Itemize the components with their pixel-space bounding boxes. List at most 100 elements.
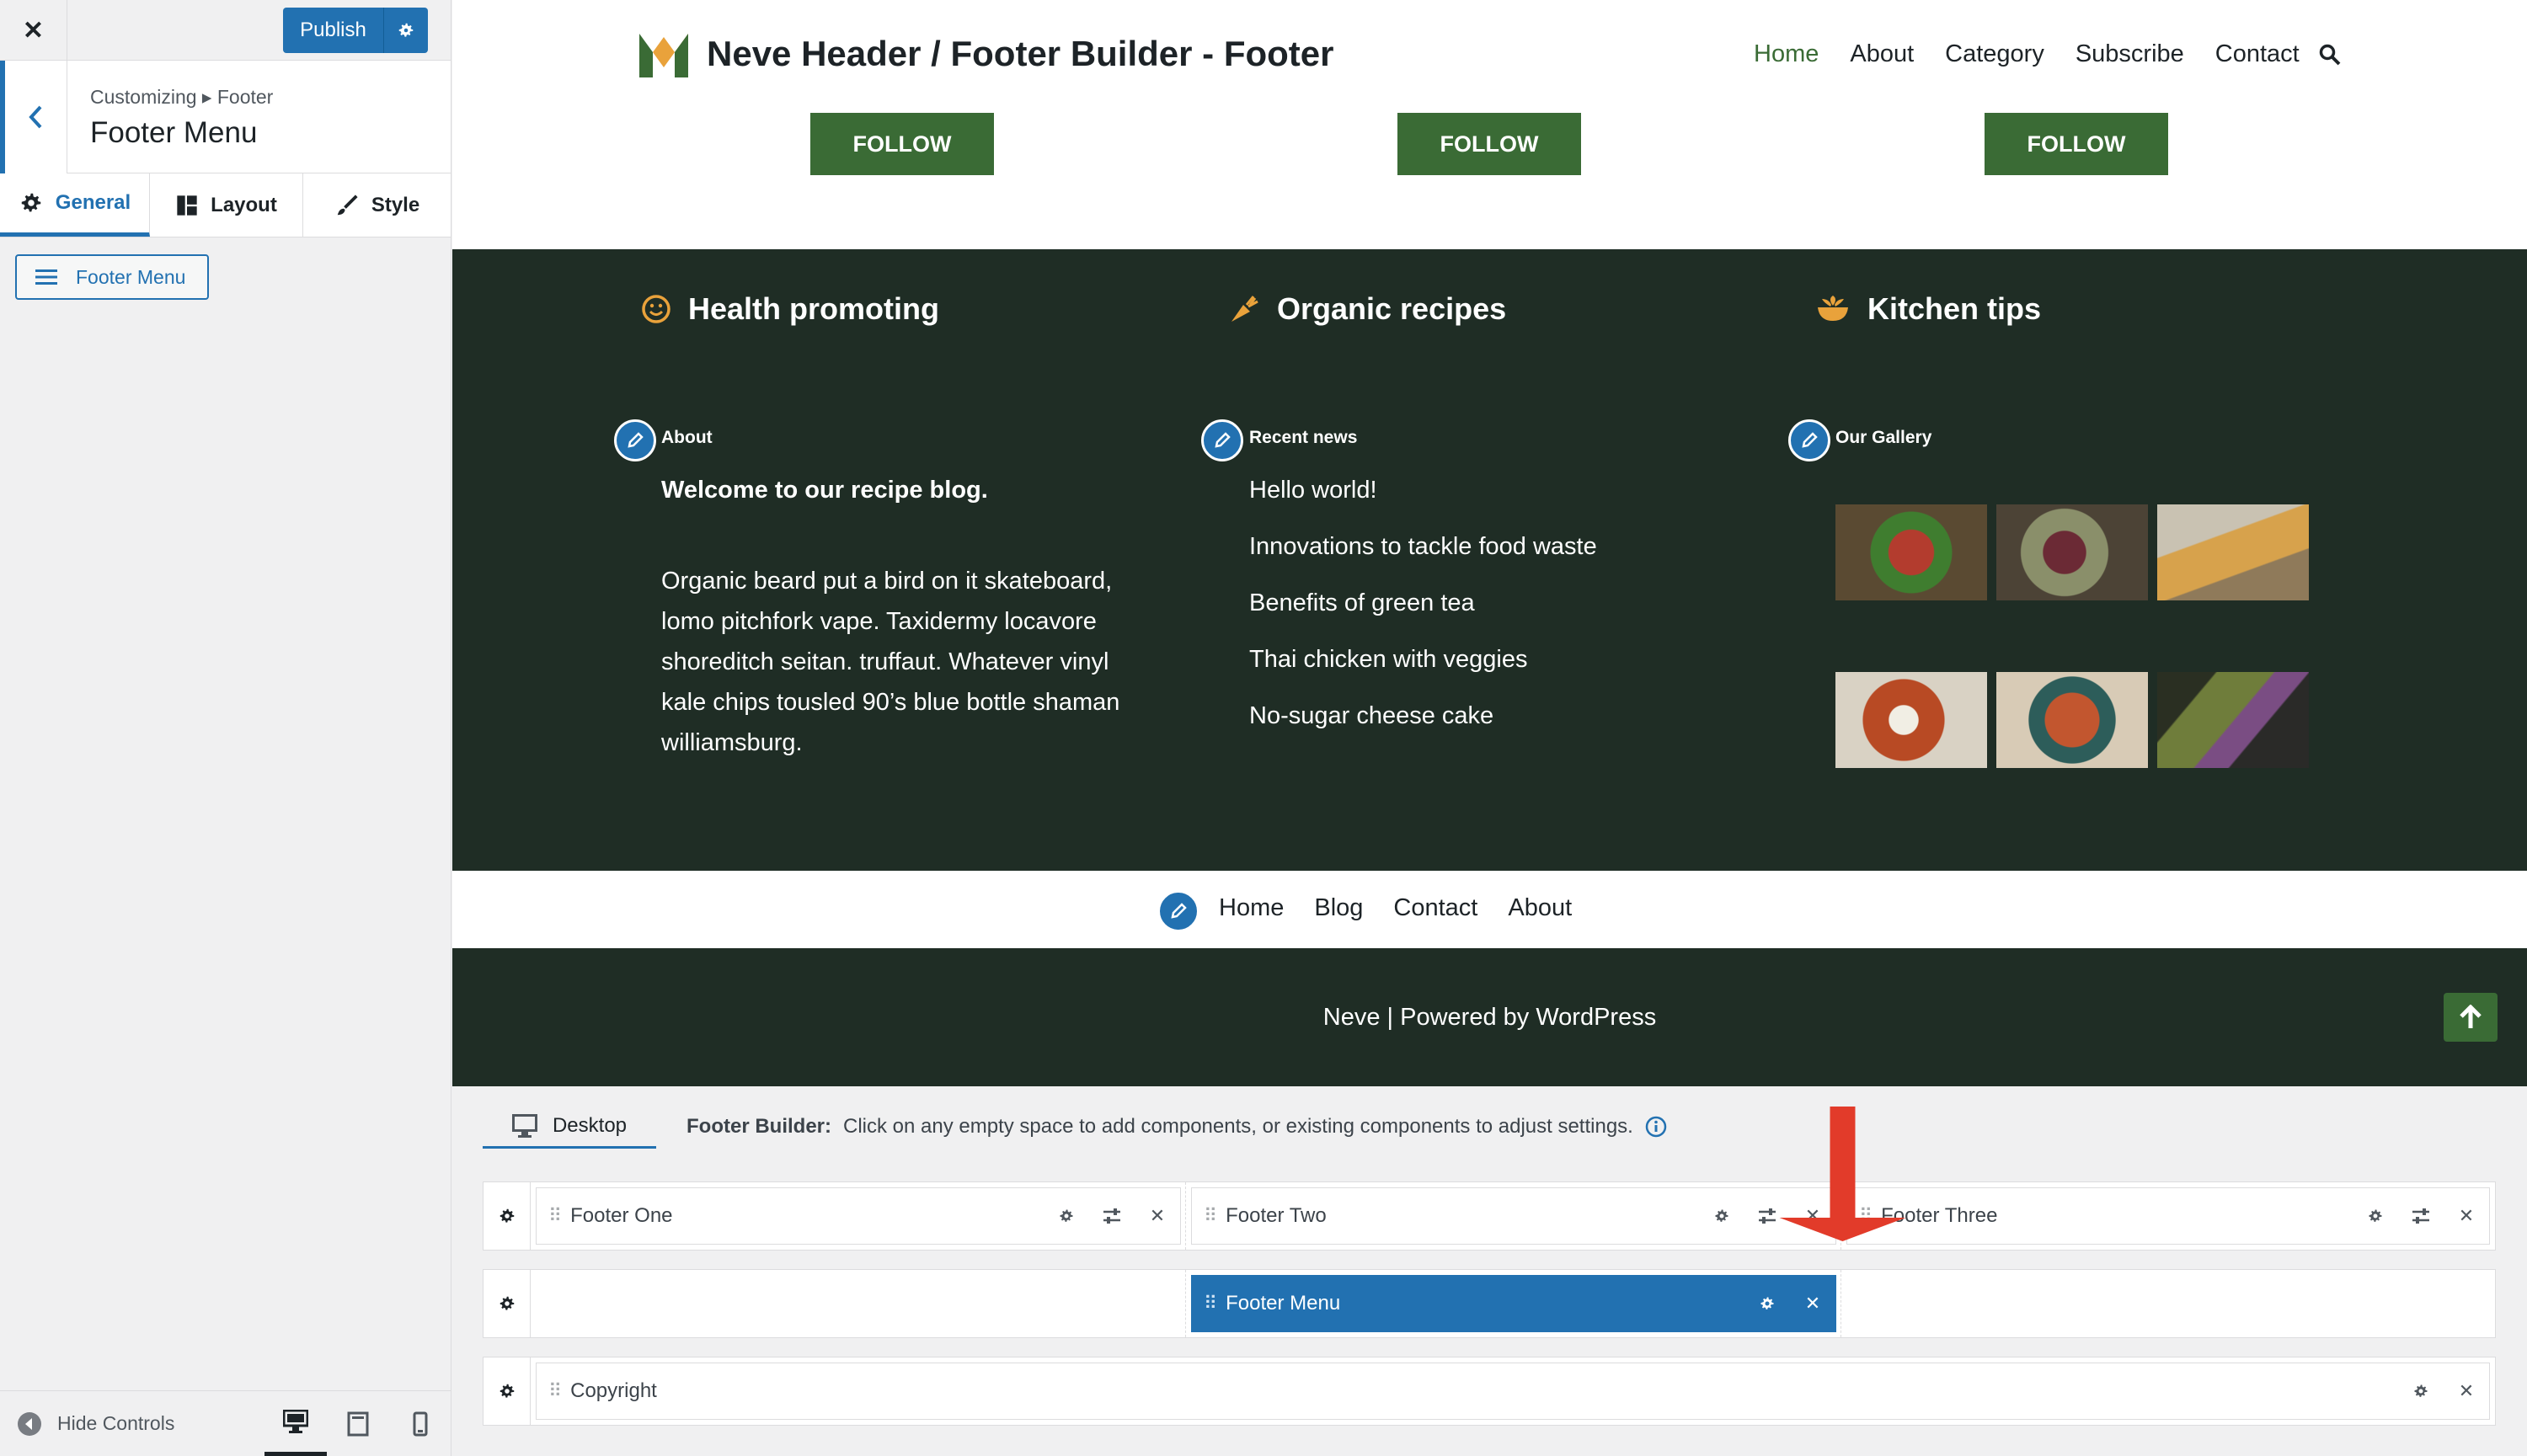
drag-handle-icon[interactable]: ⠿ [1204, 1293, 1217, 1315]
footer-menu-component-chip[interactable]: Footer Menu [15, 254, 209, 300]
edit-widget-news-pencil-icon[interactable] [1201, 419, 1243, 461]
recent-news-list: Hello world! Innovations to tackle food … [1249, 477, 1597, 759]
edit-footer-menu-pencil-icon[interactable] [1157, 890, 1199, 932]
edit-widget-gallery-pencil-icon[interactable] [1788, 419, 1830, 461]
gallery-image-6[interactable] [2157, 672, 2309, 768]
chevron-left-icon [28, 105, 41, 129]
device-desktop-button[interactable] [264, 1391, 327, 1456]
gallery-image-2[interactable] [1996, 504, 2148, 600]
footer-menu: Home Blog Contact About [1219, 894, 1572, 922]
component-remove-close-icon[interactable]: ✕ [2444, 1380, 2489, 1402]
slot-main-left[interactable] [531, 1270, 1186, 1337]
component-remove-close-icon[interactable]: ✕ [1135, 1205, 1180, 1227]
feature-health: Health promoting [641, 291, 939, 327]
hide-controls-label: Hide Controls [57, 1412, 175, 1434]
search-icon[interactable] [2319, 44, 2341, 66]
component-settings-gear-icon[interactable] [2398, 1383, 2444, 1400]
widget-title-about: About [661, 428, 713, 447]
slot-bottom-full[interactable]: ⠿ Copyright ✕ [531, 1357, 2495, 1425]
component-settings-gear-icon[interactable] [1044, 1208, 1089, 1224]
component-footer-one[interactable]: ⠿ Footer One ✕ [536, 1187, 1181, 1245]
customizer-sidebar: ✕ Publish Customizing ▸ Footer Footer Me… [0, 0, 451, 1456]
footer-menu-about[interactable]: About [1508, 894, 1572, 922]
component-copyright[interactable]: ⠿ Copyright ✕ [536, 1363, 2490, 1420]
publish-label: Publish [283, 8, 384, 53]
carrot-icon [1231, 296, 1258, 322]
smile-icon [642, 295, 670, 323]
feature-organic-label: Organic recipes [1277, 291, 1507, 326]
component-style-sliders-icon[interactable] [1089, 1208, 1135, 1224]
nav-subscribe[interactable]: Subscribe [2076, 40, 2184, 68]
row-main-settings-gear-icon[interactable] [483, 1270, 531, 1337]
desktop-icon [511, 1113, 537, 1138]
row-top-settings-gear-icon[interactable] [483, 1182, 531, 1250]
gallery-image-1[interactable] [1835, 504, 1987, 600]
component-footer-three[interactable]: ⠿ Footer Three ✕ [1846, 1187, 2490, 1245]
device-tablet-button[interactable] [327, 1391, 389, 1456]
drag-handle-icon[interactable]: ⠿ [548, 1380, 562, 1402]
component-footer-menu[interactable]: ⠿ Footer Menu ✕ [1191, 1275, 1836, 1332]
footer-menu-blog[interactable]: Blog [1314, 894, 1363, 922]
info-icon[interactable] [1645, 1116, 1667, 1138]
nav-about[interactable]: About [1850, 40, 1914, 68]
customizer-footer: Hide Controls [0, 1390, 451, 1456]
component-settings-gear-icon[interactable] [1744, 1295, 1790, 1312]
slot-main-center[interactable]: ⠿ Footer Menu ✕ [1186, 1270, 1841, 1337]
widget-title-gallery: Our Gallery [1835, 428, 1932, 447]
brush-icon [337, 194, 358, 215]
builder-toolbar: Desktop Footer Builder: Click on any emp… [483, 1105, 1667, 1149]
footer-menu-home[interactable]: Home [1219, 894, 1284, 922]
tab-style[interactable]: Style [303, 173, 451, 237]
slot-top-right[interactable]: ⠿ Footer Three ✕ [1841, 1182, 2495, 1250]
component-footer-two[interactable]: ⠿ Footer Two ✕ [1191, 1187, 1836, 1245]
component-remove-close-icon[interactable]: ✕ [2444, 1205, 2489, 1227]
footer-menu-contact[interactable]: Contact [1393, 894, 1477, 922]
drag-handle-icon[interactable]: ⠿ [1204, 1205, 1217, 1227]
follow-button-3[interactable]: FOLLOW [1985, 113, 2168, 175]
gallery-image-3[interactable] [2157, 504, 2309, 600]
component-settings-gear-icon[interactable] [2353, 1208, 2398, 1224]
component-remove-close-icon[interactable]: ✕ [1790, 1293, 1835, 1315]
news-link[interactable]: No-sugar cheese cake [1249, 702, 1597, 759]
breadcrumb: Customizing ▸ Footer [90, 86, 274, 108]
follow-button-1[interactable]: FOLLOW [810, 113, 994, 175]
settings-tabs: General Layout Style [0, 173, 451, 237]
slot-top-left[interactable]: ⠿ Footer One ✕ [531, 1182, 1186, 1250]
component-label: Copyright [570, 1379, 657, 1402]
row-bottom-settings-gear-icon[interactable] [483, 1357, 531, 1425]
site-logo[interactable] [636, 27, 692, 83]
news-link[interactable]: Innovations to tackle food waste [1249, 533, 1597, 589]
slot-top-center[interactable]: ⠿ Footer Two ✕ [1186, 1182, 1841, 1250]
news-link[interactable]: Benefits of green tea [1249, 589, 1597, 646]
hide-controls-button[interactable]: Hide Controls [17, 1411, 264, 1437]
builder-device-desktop-tab[interactable]: Desktop [483, 1105, 656, 1149]
nav-category[interactable]: Category [1945, 40, 2044, 68]
drag-handle-icon[interactable]: ⠿ [548, 1205, 562, 1227]
component-label: Footer One [570, 1204, 673, 1227]
gallery-image-4[interactable] [1835, 672, 1987, 768]
back-button[interactable] [0, 61, 67, 173]
close-customizer-button[interactable]: ✕ [0, 0, 67, 61]
edit-widget-about-pencil-icon[interactable] [614, 419, 656, 461]
tab-layout-label: Layout [211, 193, 277, 216]
site-header: Neve Header / Footer Builder - Footer Ho… [452, 0, 2527, 113]
news-link[interactable]: Hello world! [1249, 477, 1597, 533]
component-settings-gear-icon[interactable] [1699, 1208, 1744, 1224]
nav-contact[interactable]: Contact [2215, 40, 2300, 68]
publish-button[interactable]: Publish [283, 8, 428, 53]
follow-button-2[interactable]: FOLLOW [1397, 113, 1581, 175]
publish-settings-gear-icon[interactable] [384, 21, 428, 40]
footer-menu-row: Home Blog Contact About [452, 871, 2527, 948]
nav-home[interactable]: Home [1754, 40, 1819, 68]
scroll-to-top-button[interactable] [2444, 993, 2498, 1042]
news-link[interactable]: Thai chicken with veggies [1249, 646, 1597, 702]
tab-general[interactable]: General [0, 173, 150, 237]
annotation-arrow [1779, 1107, 1906, 1241]
tab-layout[interactable]: Layout [150, 173, 303, 237]
gallery-image-5[interactable] [1996, 672, 2148, 768]
device-mobile-button[interactable] [389, 1391, 451, 1456]
site-title[interactable]: Neve Header / Footer Builder - Footer [707, 34, 1333, 74]
component-style-sliders-icon[interactable] [2398, 1208, 2444, 1224]
slot-main-right[interactable] [1841, 1270, 2495, 1337]
section-header: Customizing ▸ Footer Footer Menu [0, 61, 451, 173]
